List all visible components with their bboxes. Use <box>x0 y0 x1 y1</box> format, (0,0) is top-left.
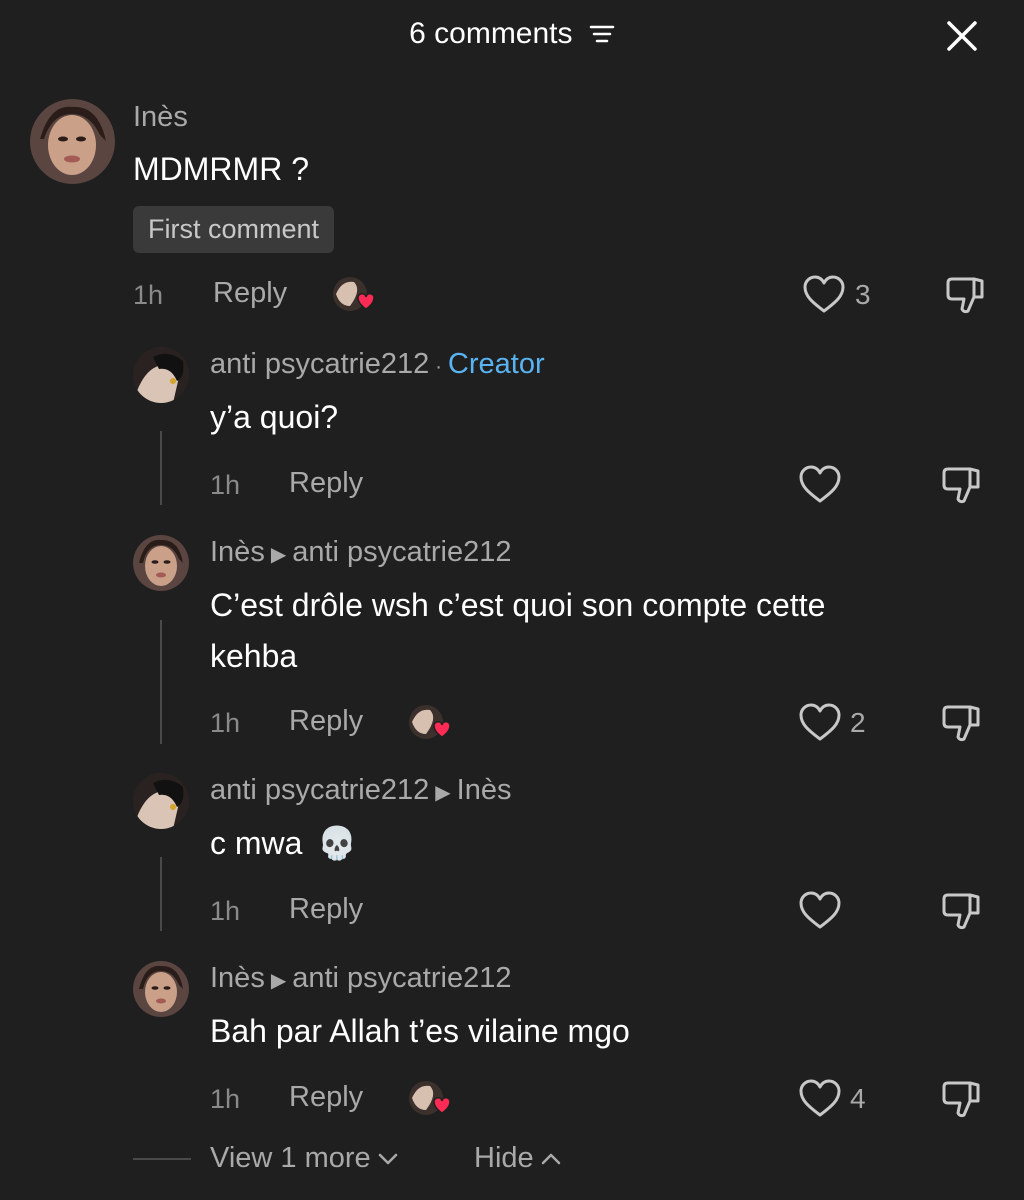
comment-text: MDMRMR ? <box>133 151 309 187</box>
sort-icon[interactable] <box>589 24 615 44</box>
thread-line <box>160 857 162 931</box>
dislike-icon[interactable] <box>940 463 984 507</box>
reply-button[interactable]: Reply <box>289 705 363 738</box>
comment-username[interactable]: Inès ▶ anti psycatrie212 <box>210 536 511 569</box>
view-more-label: View 1 more <box>210 1142 371 1174</box>
comment-username[interactable]: Inès ▶ anti psycatrie212 <box>210 962 511 995</box>
comments-title: 6 comments <box>0 16 1024 51</box>
heart-icon[interactable] <box>798 465 842 505</box>
reply-button[interactable]: Reply <box>289 1081 363 1114</box>
comment-time: 1h <box>133 280 164 310</box>
comment-text: C’est drôle wsh c’est quoi son compte ce… <box>210 580 825 682</box>
reply-arrow-icon: ▶ <box>435 782 451 804</box>
avatar[interactable] <box>30 99 115 184</box>
chevron-down-icon <box>377 1152 399 1166</box>
dislike-icon[interactable] <box>940 1077 984 1121</box>
comment-text-line: kehba <box>210 638 298 674</box>
dislike-icon[interactable] <box>940 701 984 745</box>
avatar[interactable] <box>133 535 189 591</box>
comment-time: 1h <box>210 470 241 500</box>
username-text[interactable]: Inès <box>210 962 265 994</box>
chevron-up-icon <box>540 1152 562 1166</box>
like-count: 4 <box>850 1083 866 1114</box>
reply-to-username[interactable]: anti psycatrie212 <box>292 962 511 994</box>
thread-line <box>160 620 162 744</box>
creator-liked-icon <box>408 1080 451 1115</box>
comment-username[interactable]: anti psycatrie212 ▶ Inès <box>210 774 511 807</box>
like-count: 3 <box>855 279 871 310</box>
reply-arrow-icon: ▶ <box>270 544 287 566</box>
creator-liked-icon <box>408 704 451 739</box>
comment-text: c mwa 💀 <box>210 818 357 869</box>
comment-time: 1h <box>210 1084 241 1114</box>
comment-text-body: c mwa <box>210 825 303 861</box>
comment-username[interactable]: anti psycatrie212 · Creator <box>210 348 545 381</box>
comment-time: 1h <box>210 708 241 738</box>
comment-text-line: C’est drôle wsh c’est quoi son compte ce… <box>210 587 826 623</box>
heart-icon[interactable] <box>798 891 842 931</box>
comments-header: 6 comments <box>0 0 1024 70</box>
thread-divider <box>133 1158 191 1160</box>
reply-button[interactable]: Reply <box>289 893 363 926</box>
avatar[interactable] <box>133 347 189 403</box>
comment-text: y’a quoi? <box>210 399 339 435</box>
creator-badge: Creator <box>447 348 545 380</box>
username-text[interactable]: anti psycatrie212 <box>210 774 429 806</box>
close-icon[interactable] <box>942 16 982 56</box>
creator-liked-icon <box>332 276 375 311</box>
comment-username[interactable]: Inès <box>133 101 188 134</box>
dislike-icon[interactable] <box>940 889 984 933</box>
first-comment-badge: First comment <box>133 206 335 253</box>
hide-replies-button[interactable]: Hide <box>474 1142 562 1175</box>
heart-icon[interactable] <box>798 703 842 743</box>
view-more-replies-button[interactable]: View 1 more <box>210 1142 399 1175</box>
comment-count: 6 comments <box>409 17 573 51</box>
hide-label: Hide <box>474 1142 534 1174</box>
comment-time: 1h <box>210 896 241 926</box>
avatar[interactable] <box>133 773 189 829</box>
avatar[interactable] <box>133 961 189 1017</box>
reply-to-username[interactable]: Inès <box>457 774 512 806</box>
username-text[interactable]: anti psycatrie212 <box>210 348 429 380</box>
reply-button[interactable]: Reply <box>289 467 363 500</box>
heart-icon[interactable] <box>802 275 846 315</box>
heart-icon[interactable] <box>798 1079 842 1119</box>
skull-emoji: 💀 <box>317 825 358 861</box>
reply-button[interactable]: Reply <box>213 277 287 310</box>
like-count: 2 <box>850 707 866 738</box>
reply-arrow-icon: ▶ <box>270 970 287 992</box>
thread-line <box>160 431 162 505</box>
username-text[interactable]: Inès <box>210 536 265 568</box>
dislike-icon[interactable] <box>944 273 988 317</box>
separator-dot: · <box>435 356 442 378</box>
reply-to-username[interactable]: anti psycatrie212 <box>292 536 511 568</box>
comment-text: Bah par Allah t’es vilaine mgo <box>210 1013 630 1049</box>
